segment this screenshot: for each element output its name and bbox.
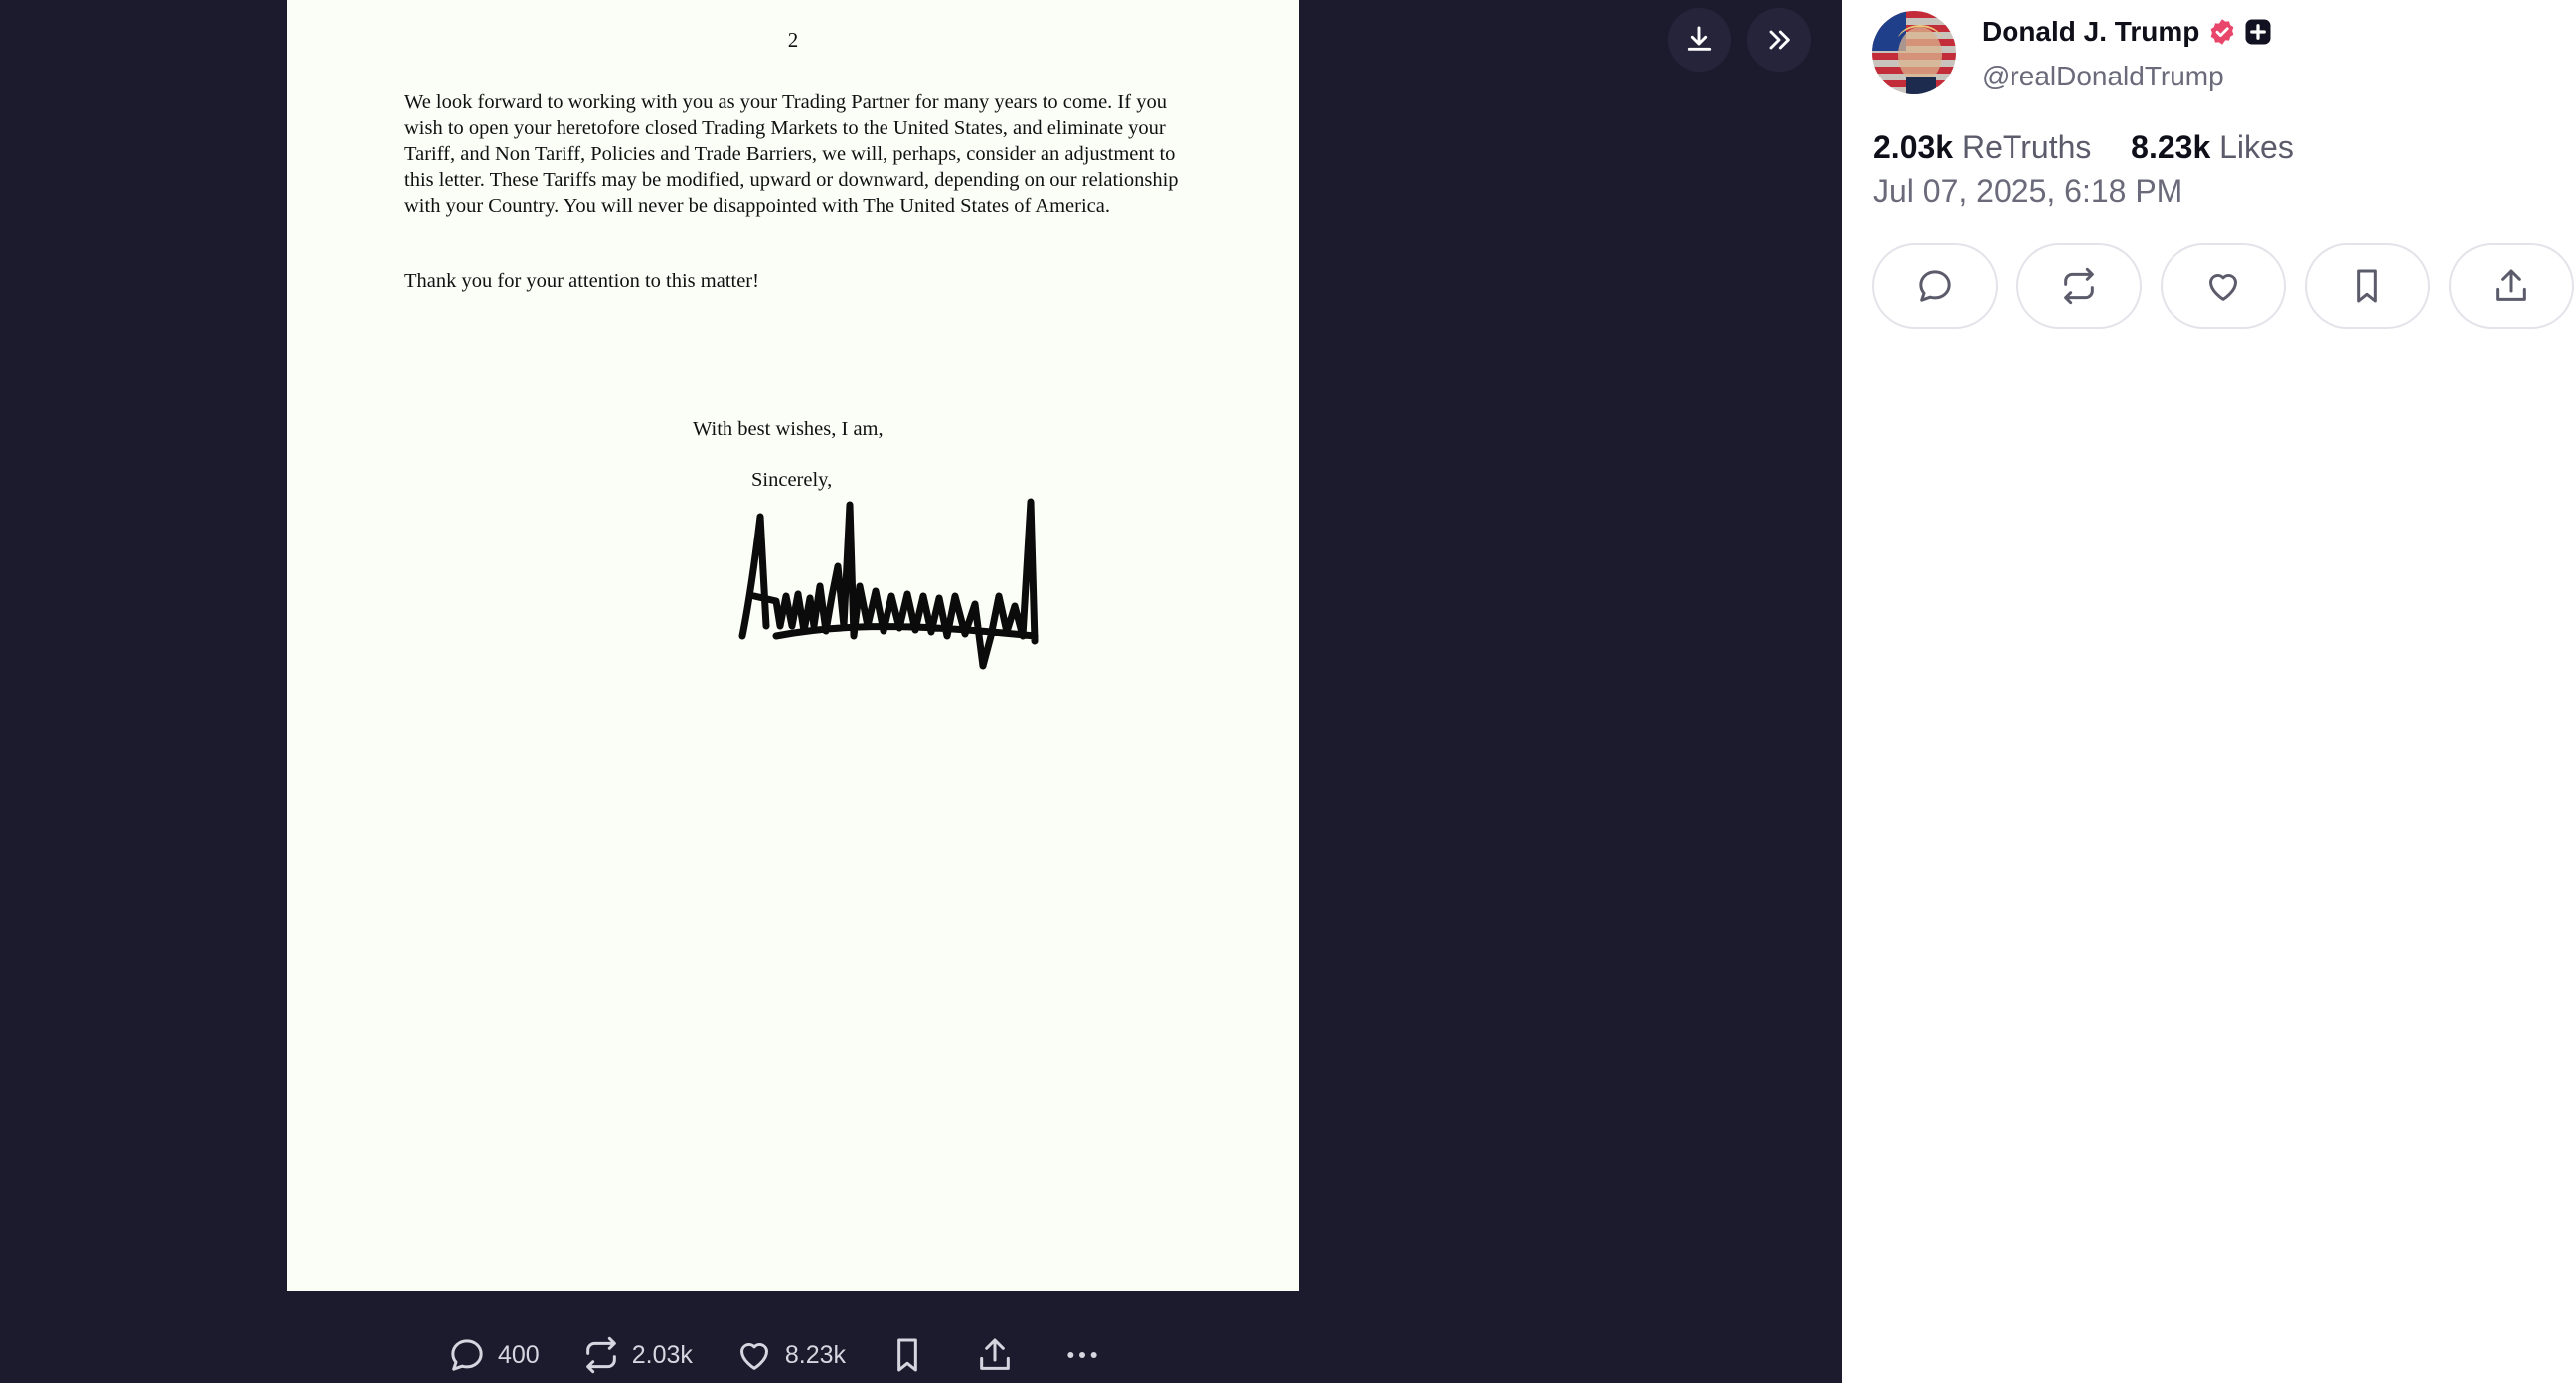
reply-button[interactable]: 400	[447, 1335, 540, 1375]
reply-count: 400	[498, 1340, 540, 1369]
avatar[interactable]	[1872, 11, 1956, 94]
retruth-button[interactable]	[2016, 243, 2142, 329]
expand-panel-button[interactable]	[1747, 8, 1811, 72]
share-button[interactable]	[975, 1335, 1015, 1375]
like-button[interactable]: 8.23k	[734, 1335, 846, 1375]
heart-icon	[739, 1342, 768, 1370]
share-icon	[980, 1338, 1010, 1370]
letter-paragraph: We look forward to working with you as y…	[404, 91, 1179, 217]
likes-label[interactable]: Likes	[2219, 129, 2294, 165]
post-detail-panel: Donald J. Trump @realDonaldTrump 2.03k R…	[1842, 0, 2576, 1383]
plus-badge-icon	[2245, 19, 2271, 45]
retruths-count: 2.03k	[1873, 129, 1954, 165]
media-viewer: 2 We look forward to working with you as…	[0, 0, 1842, 1383]
retruth-button[interactable]: 2.03k	[581, 1335, 693, 1375]
letter-paragraph: Thank you for your attention to this mat…	[404, 270, 759, 292]
download-button[interactable]	[1668, 8, 1731, 72]
bookmark-button[interactable]	[887, 1335, 927, 1375]
letter-image: 2 We look forward to working with you as…	[287, 0, 1299, 1291]
comment-icon	[1919, 270, 1951, 302]
post-stats: 2.03k ReTruths 8.23k Likes	[1873, 129, 2294, 166]
post-action-bar: 400 2.03k 8.23k	[447, 1327, 1143, 1383]
heart-icon	[2209, 273, 2237, 301]
post-timestamp: Jul 07, 2025, 6:18 PM	[1873, 173, 2183, 209]
reply-button[interactable]	[1872, 243, 1998, 329]
chevrons-right-icon	[1769, 30, 1790, 50]
verified-badge-icon	[2210, 19, 2234, 45]
comment-icon	[451, 1339, 483, 1371]
like-count: 8.23k	[784, 1340, 847, 1369]
more-icon	[1067, 1352, 1097, 1358]
like-button[interactable]	[2161, 243, 2286, 329]
retruth-icon	[2064, 267, 2094, 305]
flag-portrait-avatar-image	[1872, 11, 1956, 94]
retruth-icon	[585, 1336, 616, 1374]
letter-closing: With best wishes, I am,	[693, 418, 884, 440]
page-number: 2	[787, 28, 799, 52]
author-name-row: Donald J. Trump	[1982, 16, 2273, 48]
author-name[interactable]: Donald J. Trump	[1982, 16, 2199, 48]
retruths-label[interactable]: ReTruths	[1962, 129, 2091, 165]
more-button[interactable]	[1062, 1335, 1102, 1375]
share-button[interactable]	[2449, 243, 2574, 329]
share-icon	[2496, 269, 2526, 301]
retruth-count: 2.03k	[631, 1340, 693, 1369]
bookmark-icon	[2357, 269, 2377, 303]
likes-count: 8.23k	[2131, 129, 2211, 165]
bookmark-icon	[897, 1338, 917, 1372]
signature-image	[738, 498, 1039, 670]
download-icon	[1687, 26, 1712, 51]
author-handle[interactable]: @realDonaldTrump	[1982, 61, 2224, 92]
bookmark-button[interactable]	[2305, 243, 2430, 329]
